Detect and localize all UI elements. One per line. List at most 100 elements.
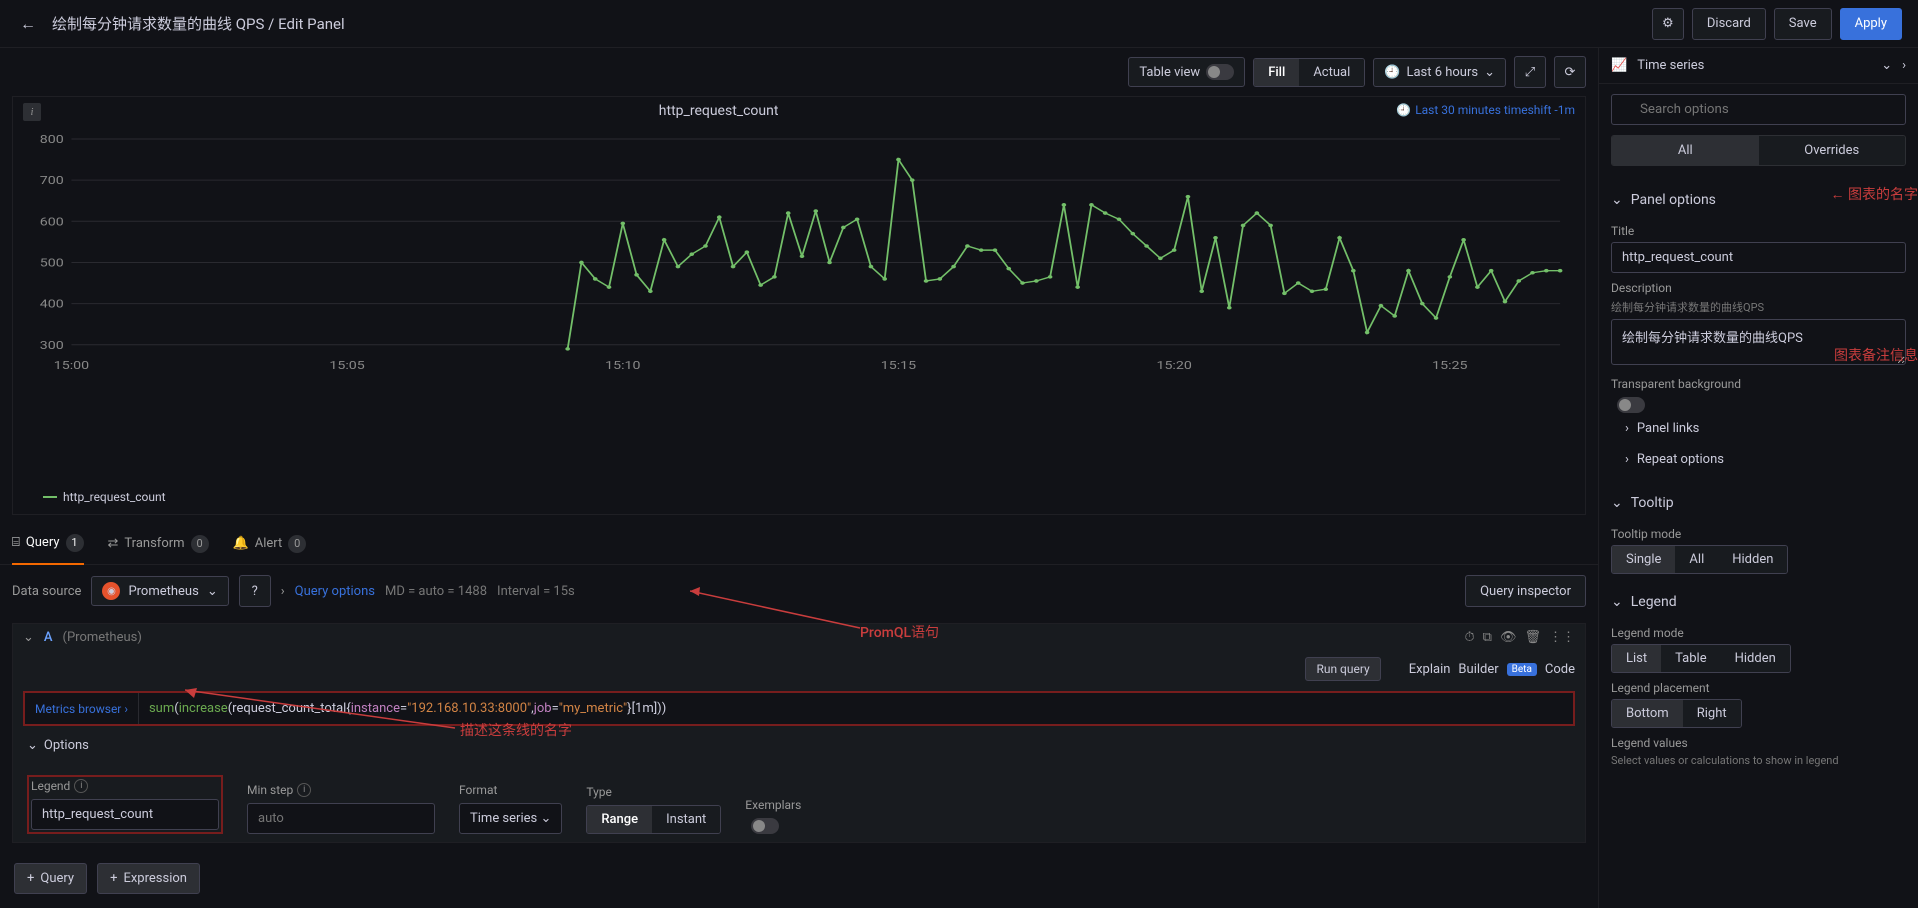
- query-options-link[interactable]: Query options: [295, 584, 375, 599]
- info-icon[interactable]: i: [23, 103, 41, 121]
- format-select[interactable]: Time series ⌄: [459, 803, 562, 834]
- description-label: Description: [1611, 281, 1906, 295]
- panel-description-input[interactable]: 绘制每分钟请求数量的曲线QPS: [1611, 319, 1906, 365]
- tab-all[interactable]: All: [1612, 136, 1759, 165]
- tooltip-mode-group: Single All Hidden: [1611, 545, 1788, 574]
- transform-icon: ⇄: [108, 536, 119, 551]
- chevron-down-icon[interactable]: ⌄: [23, 630, 34, 645]
- minstep-label: Min stepi: [247, 783, 435, 797]
- tooltip-hidden[interactable]: Hidden: [1718, 546, 1787, 573]
- drag-handle-icon[interactable]: ⋮⋮: [1549, 630, 1575, 645]
- chart-legend[interactable]: http_request_count: [13, 486, 1585, 514]
- query-editor: ⌄ A (Prometheus) ⏱ ⧉ 👁 🗑 ⋮⋮ Run query Ex…: [12, 623, 1586, 843]
- explain-label[interactable]: Explain: [1409, 662, 1451, 677]
- time-range-picker[interactable]: 🕘 Last 6 hours ⌄: [1373, 58, 1506, 87]
- prometheus-icon: ◉: [102, 582, 120, 600]
- all-overrides-tabs: All Overrides: [1611, 135, 1906, 166]
- builder-toggle[interactable]: Builder: [1458, 662, 1498, 677]
- metrics-browser-button[interactable]: Metrics browser ›: [25, 693, 139, 724]
- svg-text:500: 500: [40, 257, 64, 270]
- search-options-input[interactable]: [1611, 94, 1906, 125]
- clock-icon: 🕘: [1384, 65, 1400, 80]
- svg-text:800: 800: [40, 133, 64, 146]
- run-query-button[interactable]: Run query: [1305, 657, 1380, 681]
- title-label: Title: [1611, 224, 1906, 238]
- zoom-out-icon[interactable]: ⤢: [1514, 56, 1546, 88]
- datasource-help-icon[interactable]: ?: [239, 575, 271, 607]
- chevron-right-icon: ›: [1625, 421, 1629, 436]
- legend-color-swatch: [43, 496, 57, 498]
- format-label: Format: [459, 783, 562, 797]
- type-label: Type: [586, 785, 721, 799]
- visibility-icon[interactable]: 👁: [1500, 630, 1517, 645]
- chevron-down-icon: ⌄: [27, 738, 38, 753]
- discard-button[interactable]: Discard: [1692, 8, 1766, 40]
- chart-canvas[interactable]: 80070060050040030015:0015:0515:1015:1515…: [13, 127, 1585, 486]
- datasource-select[interactable]: ◉ Prometheus ⌄: [91, 576, 228, 606]
- code-toggle[interactable]: Code: [1545, 662, 1575, 677]
- actual-seg[interactable]: Actual: [1299, 59, 1364, 86]
- tab-alert[interactable]: 🔔 Alert 0: [233, 523, 307, 565]
- fill-seg[interactable]: Fill: [1254, 59, 1299, 86]
- legend-right[interactable]: Right: [1683, 700, 1741, 727]
- panel-links-section[interactable]: › Panel links: [1611, 413, 1906, 444]
- query-inspector-button[interactable]: Query inspector: [1465, 575, 1586, 607]
- legend-hidden[interactable]: Hidden: [1721, 645, 1790, 672]
- svg-text:15:00: 15:00: [54, 359, 89, 372]
- exemplars-label: Exemplars: [745, 798, 801, 812]
- legend-table[interactable]: Table: [1661, 645, 1720, 672]
- promql-input-row: Metrics browser › sum(increase(request_c…: [23, 691, 1575, 726]
- repeat-options-section[interactable]: › Repeat options: [1611, 444, 1906, 475]
- options-collapse[interactable]: ⌄ Options: [27, 738, 1571, 753]
- duplicate-icon[interactable]: ⧉: [1483, 630, 1492, 645]
- add-expression-button[interactable]: + Expression: [97, 863, 200, 894]
- chevron-right-icon: ›: [1625, 452, 1629, 467]
- settings-icon[interactable]: ⚙: [1652, 8, 1684, 40]
- tooltip-single[interactable]: Single: [1612, 546, 1675, 573]
- svg-text:15:15: 15:15: [881, 359, 916, 372]
- tab-overrides[interactable]: Overrides: [1759, 136, 1906, 165]
- back-arrow[interactable]: ←: [16, 12, 40, 36]
- legend-section[interactable]: ⌄ Legend: [1611, 586, 1906, 618]
- top-bar: ← 绘制每分钟请求数量的曲线 QPS / Edit Panel ⚙ Discar…: [0, 0, 1918, 48]
- stopwatch-icon[interactable]: ⏱: [1465, 630, 1475, 645]
- timeshift-label: 🕘Last 30 minutes timeshift -1m: [1396, 103, 1575, 117]
- query-ref-id: A: [44, 630, 53, 645]
- tooltip-all[interactable]: All: [1675, 546, 1718, 573]
- chevron-right-icon: ›: [1902, 58, 1906, 73]
- svg-text:400: 400: [40, 298, 64, 311]
- clock-icon: 🕘: [1396, 103, 1411, 117]
- panel-options-section[interactable]: ⌄ Panel options: [1611, 184, 1906, 216]
- help-icon[interactable]: i: [74, 779, 88, 793]
- type-instant[interactable]: Instant: [652, 806, 720, 833]
- chevron-down-icon: ⌄: [1881, 58, 1892, 73]
- add-query-button[interactable]: + Query: [14, 863, 87, 894]
- tooltip-section[interactable]: ⌄ Tooltip: [1611, 487, 1906, 519]
- visualization-picker[interactable]: 📈 Time series ⌄ ›: [1599, 48, 1918, 84]
- transparent-switch[interactable]: [1617, 397, 1645, 413]
- type-range[interactable]: Range: [587, 806, 652, 833]
- legend-input[interactable]: [31, 799, 219, 830]
- chevron-down-icon: ⌄: [1611, 495, 1623, 511]
- svg-text:15:10: 15:10: [605, 359, 640, 372]
- panel-title-input[interactable]: [1611, 242, 1906, 273]
- legend-list[interactable]: List: [1612, 645, 1661, 672]
- tab-transform[interactable]: ⇄ Transform 0: [108, 523, 209, 565]
- trash-icon[interactable]: 🗑: [1524, 630, 1541, 645]
- table-view-toggle[interactable]: Table view: [1128, 57, 1245, 87]
- query-icon: ⌸: [12, 535, 20, 550]
- help-icon[interactable]: i: [297, 783, 311, 797]
- panel-title: http_request_count: [41, 103, 1396, 119]
- chevron-down-icon: ⌄: [1611, 192, 1623, 208]
- promql-text-input[interactable]: sum(increase(request_count_total{instanc…: [139, 693, 1573, 724]
- type-toggle: Range Instant: [586, 805, 721, 834]
- tab-query[interactable]: ⌸ Query 1: [12, 523, 84, 565]
- chevron-right-icon[interactable]: ›: [281, 584, 285, 599]
- legend-bottom[interactable]: Bottom: [1612, 700, 1683, 727]
- apply-button[interactable]: Apply: [1840, 8, 1902, 40]
- save-button[interactable]: Save: [1774, 8, 1832, 40]
- exemplars-switch[interactable]: [751, 818, 779, 834]
- minstep-input[interactable]: [247, 803, 435, 834]
- transparent-label: Transparent background: [1611, 377, 1906, 391]
- refresh-icon[interactable]: ⟳: [1554, 56, 1586, 88]
